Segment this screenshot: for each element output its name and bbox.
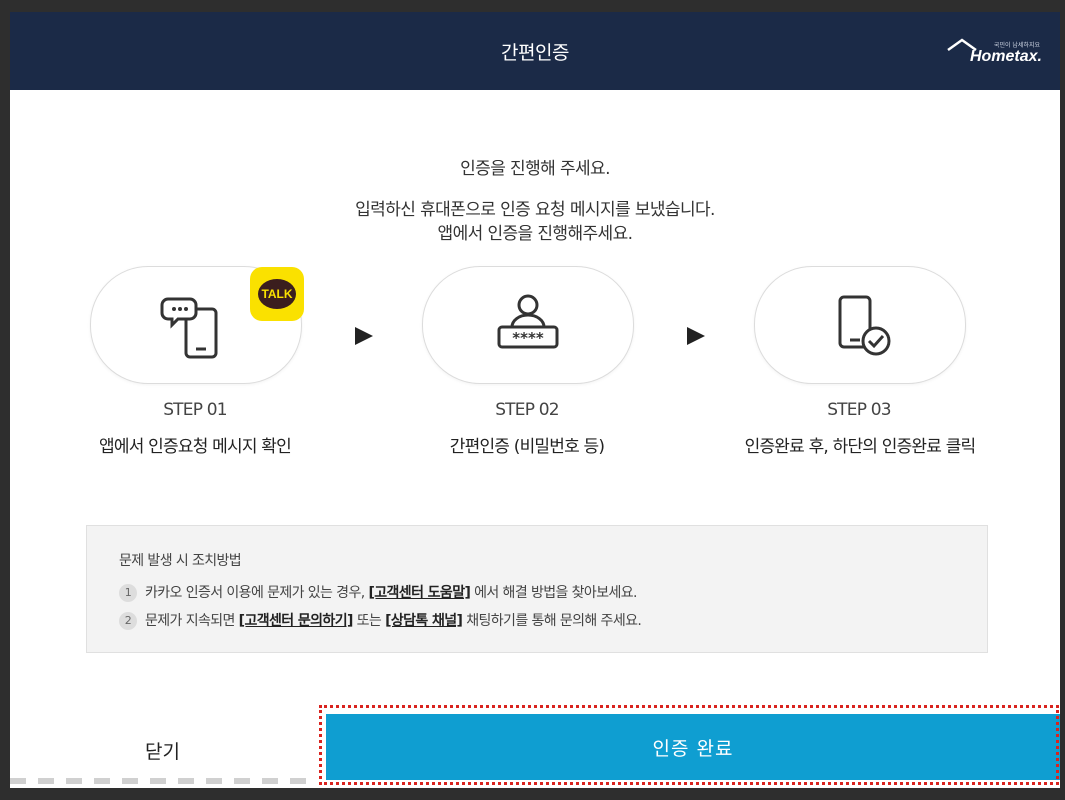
help-title: 문제 발생 시 조치방법 xyxy=(119,553,242,569)
help-item-text: 또는 xyxy=(352,613,386,629)
auth-dialog: 간편인증 국민이 납세하지요 Hometax. 인증을 진행해 주세요. 입력하… xyxy=(10,12,1060,788)
auth-complete-button[interactable]: 인증 완료 xyxy=(326,714,1060,780)
intro-heading: 인증을 진행해 주세요. xyxy=(460,159,610,179)
dialog-title: 간편인증 xyxy=(501,42,569,64)
phone-chat-icon xyxy=(160,297,218,359)
help-item-1: 1 카카오 인증서 이용에 문제가 있는 경우, [고객센터 도움말] 에서 해결… xyxy=(119,582,638,602)
kakaotalk-badge: TALK xyxy=(250,267,304,321)
help-item-2: 2 문제가 지속되면 [고객센터 문의하기] 또는 [상담톡 채널] 채팅하기를 … xyxy=(119,610,642,630)
number-badge: 2 xyxy=(119,612,137,630)
dialog-header: 간편인증 국민이 납세하지요 Hometax. xyxy=(10,12,1060,90)
help-item-text: 에서 해결 방법을 찾아보세요. xyxy=(470,585,637,601)
step-03-card xyxy=(754,266,966,384)
help-center-link[interactable]: [고객센터 도움말] xyxy=(368,585,470,601)
step-02-desc: 간편인증 (비밀번호 등) xyxy=(449,437,605,457)
step-01-desc: 앱에서 인증요청 메시지 확인 xyxy=(99,437,292,457)
step-01-label: STEP 01 xyxy=(163,400,227,420)
step-02-label: STEP 02 xyxy=(495,400,559,420)
help-item-text: 카카오 인증서 이용에 문제가 있는 경우, xyxy=(145,585,369,601)
help-item-text: 채팅하기를 통해 문의해 주세요. xyxy=(462,613,642,629)
intro-text-line2: 앱에서 인증을 진행해주세요. xyxy=(437,224,634,244)
help-item-text: 문제가 지속되면 xyxy=(145,613,239,629)
step-03-label: STEP 03 xyxy=(827,400,891,420)
logo-text: Hometax. xyxy=(969,48,1042,65)
step-arrow-icon xyxy=(687,327,705,345)
inquiry-link[interactable]: [고객센터 문의하기] xyxy=(239,613,354,629)
close-button[interactable]: 닫기 xyxy=(10,712,315,788)
help-box: 문제 발생 시 조치방법 1 카카오 인증서 이용에 문제가 있는 경우, [고객… xyxy=(86,525,988,653)
talk-bubble-icon: TALK xyxy=(258,279,296,309)
step-02-card: **** xyxy=(422,266,634,384)
intro-text-line1: 입력하신 휴대폰으로 인증 요청 메시지를 보냈습니다. xyxy=(355,200,715,220)
hometax-logo: 국민이 납세하지요 Hometax. xyxy=(942,38,1042,72)
step-arrow-icon xyxy=(355,327,373,345)
number-badge: 1 xyxy=(119,584,137,602)
chat-channel-link[interactable]: [상담톡 채널] xyxy=(385,613,463,629)
password-mask: **** xyxy=(512,329,544,347)
step-03-desc: 인증완료 후, 하단의 인증완료 클릭 xyxy=(744,437,977,457)
dashed-divider xyxy=(10,778,315,784)
user-password-icon: **** xyxy=(497,294,559,349)
phone-check-icon xyxy=(838,295,891,356)
